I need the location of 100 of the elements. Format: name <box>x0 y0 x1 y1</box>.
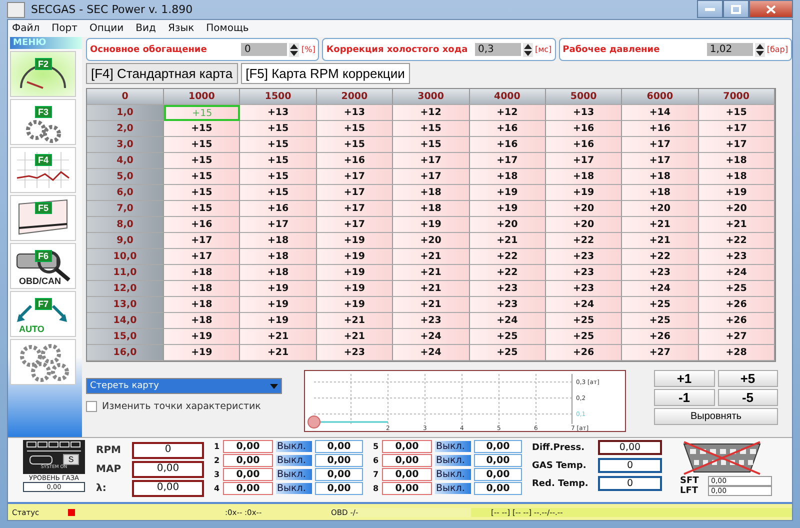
table-cell[interactable]: +15 <box>240 169 317 185</box>
table-cell[interactable]: +23 <box>546 265 622 281</box>
table-cell[interactable]: +16 <box>240 201 317 217</box>
step-button[interactable]: +5 <box>718 370 778 387</box>
spin-arrows-icon[interactable] <box>754 42 765 56</box>
table-cell[interactable]: +26 <box>698 313 775 329</box>
table-cell[interactable]: +25 <box>546 313 622 329</box>
table-cell[interactable]: +15 <box>240 137 317 153</box>
table-cell[interactable]: +19 <box>698 185 775 201</box>
action-dropdown[interactable]: Стереть карту <box>86 378 282 394</box>
table-cell[interactable]: +19 <box>240 313 317 329</box>
table-cell[interactable]: +19 <box>316 233 394 249</box>
table-cell[interactable]: +27 <box>698 329 775 345</box>
table-cell[interactable]: +15 <box>393 121 470 137</box>
table-cell[interactable]: +15 <box>240 185 317 201</box>
tab[interactable]: [F5] Карта RPM коррекции <box>240 63 410 84</box>
table-cell[interactable]: +16 <box>546 137 622 153</box>
table-cell[interactable]: +15 <box>698 105 775 121</box>
table-cell[interactable]: +16 <box>622 121 699 137</box>
sidebar-item[interactable]: F2 <box>10 51 76 97</box>
align-button[interactable]: Выровнять <box>654 408 778 425</box>
table-cell[interactable]: +21 <box>622 233 699 249</box>
table-cell[interactable]: +21 <box>240 345 317 361</box>
table-cell[interactable]: +20 <box>470 217 546 233</box>
table-cell[interactable]: +18 <box>164 265 240 281</box>
table-cell[interactable]: +23 <box>698 249 775 265</box>
table-cell[interactable]: +19 <box>316 265 394 281</box>
table-cell[interactable]: +24 <box>393 345 470 361</box>
checkbox[interactable] <box>86 401 97 412</box>
table-cell[interactable]: +15 <box>164 137 240 153</box>
table-cell[interactable]: +16 <box>470 137 546 153</box>
table-cell[interactable]: +20 <box>698 201 775 217</box>
table-cell[interactable]: +16 <box>316 153 394 169</box>
table-cell[interactable]: +23 <box>393 313 470 329</box>
table-cell[interactable]: +21 <box>316 313 394 329</box>
table-cell[interactable]: +20 <box>546 201 622 217</box>
table-cell[interactable]: +22 <box>470 265 546 281</box>
table-cell[interactable]: +19 <box>240 281 317 297</box>
table-cell[interactable]: +18 <box>546 169 622 185</box>
table-cell[interactable]: +23 <box>546 281 622 297</box>
s-button[interactable]: S <box>63 454 79 465</box>
table-cell[interactable]: +15 <box>240 153 317 169</box>
table-cell[interactable]: +19 <box>316 297 394 313</box>
sidebar-item[interactable]: F4 <box>10 147 76 193</box>
table-cell[interactable]: +19 <box>316 249 394 265</box>
table-cell[interactable]: +18 <box>622 169 699 185</box>
table-cell[interactable]: +13 <box>316 105 394 121</box>
table-cell[interactable]: +18 <box>698 153 775 169</box>
menu-item[interactable]: Файл <box>12 23 40 34</box>
spin-arrows-icon[interactable] <box>522 42 533 56</box>
table-cell[interactable]: +20 <box>622 201 699 217</box>
table-cell[interactable]: +17 <box>316 185 394 201</box>
table-cell[interactable]: +23 <box>470 297 546 313</box>
table-cell[interactable]: +19 <box>240 297 317 313</box>
table-cell[interactable]: +17 <box>698 137 775 153</box>
table-cell[interactable]: +16 <box>164 217 240 233</box>
table-cell[interactable]: +15 <box>393 137 470 153</box>
table-cell[interactable]: +15 <box>164 185 240 201</box>
menu-item[interactable]: Порт <box>52 23 78 34</box>
menu-item[interactable]: Вид <box>136 23 156 34</box>
table-cell[interactable]: +21 <box>316 329 394 345</box>
table-cell[interactable]: +17 <box>316 169 394 185</box>
table-cell[interactable]: +22 <box>470 249 546 265</box>
maximize-button[interactable] <box>723 0 749 18</box>
table-cell[interactable]: +17 <box>698 121 775 137</box>
table-cell[interactable]: +22 <box>698 233 775 249</box>
table-cell[interactable]: +23 <box>316 345 394 361</box>
table-cell[interactable]: +25 <box>698 281 775 297</box>
table-cell[interactable]: +15 <box>316 137 394 153</box>
spin-field[interactable]: 0,3 <box>474 43 521 56</box>
table-cell[interactable]: +15 <box>164 201 240 217</box>
table-cell[interactable]: +17 <box>393 153 470 169</box>
table-cell[interactable]: +18 <box>164 297 240 313</box>
table-cell[interactable]: +12 <box>393 105 470 121</box>
table-cell[interactable]: +17 <box>164 233 240 249</box>
table-cell[interactable]: +16 <box>546 121 622 137</box>
table-cell[interactable]: +17 <box>470 153 546 169</box>
table-cell[interactable]: +20 <box>393 233 470 249</box>
table-cell[interactable]: +22 <box>622 249 699 265</box>
table-cell[interactable]: +17 <box>316 217 394 233</box>
table-cell[interactable]: +18 <box>393 201 470 217</box>
spin-field[interactable]: 0 <box>241 43 288 56</box>
table-cell[interactable]: +21 <box>393 249 470 265</box>
table-cell[interactable]: +26 <box>622 329 699 345</box>
table-cell[interactable]: +23 <box>470 281 546 297</box>
table-cell[interactable]: +15 <box>164 153 240 169</box>
table-cell[interactable]: +25 <box>470 329 546 345</box>
table-cell[interactable]: +18 <box>164 281 240 297</box>
tab[interactable]: [F4] Стандартная карта <box>86 63 238 84</box>
table-cell[interactable]: +19 <box>546 185 622 201</box>
table-cell[interactable]: +17 <box>622 137 699 153</box>
table-cell[interactable]: +21 <box>698 217 775 233</box>
table-cell[interactable]: +15 <box>164 121 240 137</box>
table-cell[interactable]: +18 <box>470 169 546 185</box>
table-cell[interactable]: +17 <box>240 217 317 233</box>
table-cell[interactable]: +23 <box>546 249 622 265</box>
table-cell[interactable]: +17 <box>316 201 394 217</box>
table-cell[interactable]: +18 <box>393 185 470 201</box>
table-cell[interactable]: +18 <box>698 169 775 185</box>
table-cell[interactable]: +17 <box>622 153 699 169</box>
